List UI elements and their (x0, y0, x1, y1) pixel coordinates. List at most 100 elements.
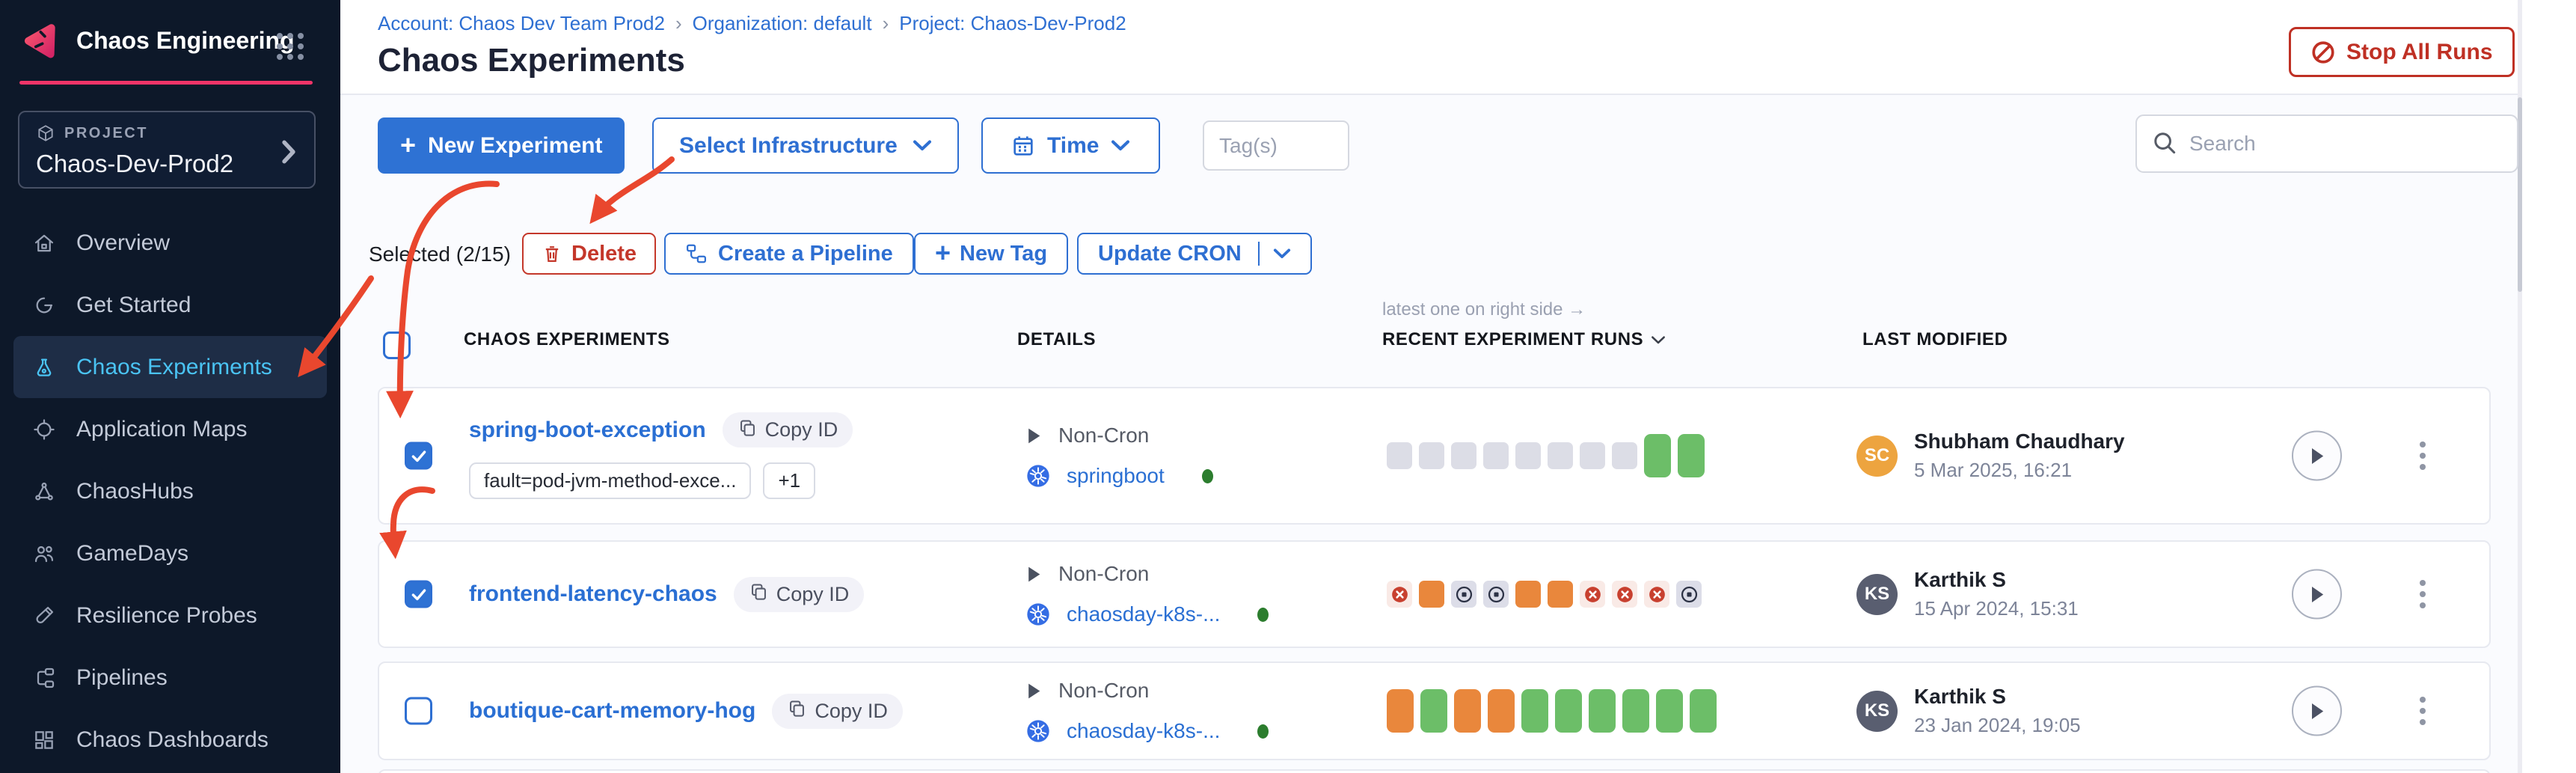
run-status-success[interactable] (1678, 434, 1705, 477)
run-status-none[interactable] (1483, 442, 1509, 469)
sidebar-item-label: Chaos Dashboards (76, 727, 269, 753)
experiment-name-line: spring-boot-exception Copy ID (469, 412, 853, 447)
create-pipeline-button[interactable]: Create a Pipeline (664, 233, 914, 275)
run-status-running[interactable] (1454, 689, 1481, 733)
tags-filter-input[interactable] (1203, 120, 1349, 171)
row-menu-button[interactable] (2408, 691, 2438, 731)
cube-icon (36, 123, 55, 143)
chaos-engineering-logo-icon (19, 21, 60, 60)
module-title: Chaos Engineering (76, 27, 295, 55)
select-all-checkbox[interactable] (383, 331, 411, 359)
modified-by-name: Karthik S (1914, 568, 2079, 592)
new-experiment-button[interactable]: New Experiment (378, 117, 625, 174)
copy-id-button[interactable]: Copy ID (772, 694, 903, 729)
module-accent-underline (19, 81, 313, 85)
run-status-failed[interactable] (1387, 581, 1412, 608)
experiment-name-link[interactable]: frontend-latency-chaos (469, 581, 717, 607)
sidebar-item-chaos-experiments[interactable]: Chaos Experiments (13, 336, 327, 398)
run-status-none[interactable] (1612, 442, 1637, 469)
row-checkbox[interactable] (405, 442, 432, 470)
column-header-runs[interactable]: RECENT EXPERIMENT RUNS (1382, 329, 1666, 350)
row-checkbox[interactable] (405, 581, 432, 608)
new-tag-button[interactable]: New Tag (914, 233, 1068, 275)
infrastructure-link[interactable]: chaosday-k8s-... (1067, 719, 1220, 743)
sidebar-item-label: Get Started (76, 293, 191, 318)
run-status-stopped[interactable] (1451, 581, 1476, 608)
avatar: SC (1856, 436, 1898, 477)
sidebar-nav: Overview Get Started Chaos ExperimentsAppl… (0, 212, 340, 771)
tag-chip[interactable]: fault=pod-jvm-method-exce... (469, 462, 751, 499)
run-status-none[interactable] (1580, 442, 1605, 469)
copy-id-button[interactable]: Copy ID (734, 577, 865, 612)
run-status-success[interactable] (1555, 689, 1582, 733)
search-input[interactable] (2135, 114, 2518, 173)
sidebar-item-resilience-probes[interactable]: Resilience Probes (13, 584, 327, 647)
run-status-none[interactable] (1451, 442, 1476, 469)
infra-line: chaosday-k8s-... (1026, 602, 1269, 626)
run-status-running[interactable] (1419, 581, 1444, 608)
run-status-stopped[interactable] (1676, 581, 1702, 608)
last-modified-cell: KSKarthik S23 Jan 2024, 19:05 (1856, 663, 2081, 759)
run-status-failed[interactable] (1580, 581, 1605, 608)
experiment-name-link[interactable]: boutique-cart-memory-hog (469, 698, 755, 724)
update-cron-button[interactable]: Update CRON (1077, 233, 1312, 275)
run-status-success[interactable] (1656, 689, 1683, 733)
run-experiment-button[interactable] (2292, 569, 2342, 620)
modified-by-name: Shubham Chaudhary (1914, 430, 2125, 453)
run-status-running[interactable] (1488, 689, 1515, 733)
run-status-failed[interactable] (1612, 581, 1637, 608)
run-status-none[interactable] (1387, 442, 1412, 469)
plus-icon (400, 132, 416, 160)
infrastructure-link[interactable]: springboot (1067, 464, 1165, 488)
experiment-name-line: frontend-latency-chaos Copy ID (469, 577, 864, 612)
time-filter-dropdown[interactable]: Time (981, 117, 1160, 174)
column-header-last-modified[interactable]: LAST MODIFIED (1862, 329, 2008, 350)
run-status-failed[interactable] (1644, 581, 1669, 608)
sidebar-item-label: Pipelines (76, 665, 168, 691)
run-status-success[interactable] (1644, 434, 1671, 477)
sidebar-item-overview[interactable]: Overview (13, 212, 327, 274)
copy-id-button[interactable]: Copy ID (723, 412, 853, 447)
run-status-running[interactable] (1515, 581, 1541, 608)
breadcrumb-link[interactable]: Project: Chaos-Dev-Prod2 (899, 12, 1126, 35)
run-status-running[interactable] (1548, 581, 1573, 608)
row-menu-button[interactable] (2408, 574, 2438, 614)
delete-button[interactable]: Delete (522, 233, 656, 275)
sidebar-item-gamedays[interactable]: GameDays (13, 522, 327, 584)
project-selector[interactable]: PROJECT Chaos-Dev-Prod2 (18, 111, 316, 189)
play-triangle-icon (1026, 565, 1042, 584)
sidebar-item-get-started[interactable]: Get Started (13, 274, 327, 336)
run-status-success[interactable] (1420, 689, 1447, 733)
sidebar-item-pipelines[interactable]: Pipelines (13, 647, 327, 709)
module-switcher-grid-icon[interactable] (277, 33, 304, 60)
run-status-success[interactable] (1622, 689, 1649, 733)
target-icon (31, 417, 57, 442)
run-status-none[interactable] (1548, 442, 1573, 469)
run-status-success[interactable] (1521, 689, 1548, 733)
run-experiment-button[interactable] (2292, 431, 2342, 481)
infrastructure-link[interactable]: chaosday-k8s-... (1067, 602, 1220, 626)
run-experiment-button[interactable] (2292, 686, 2342, 736)
experiment-name-link[interactable]: spring-boot-exception (469, 418, 706, 443)
tag-overflow-chip[interactable]: +1 (763, 462, 815, 499)
row-menu-button[interactable] (2408, 436, 2438, 476)
run-status-success[interactable] (1690, 689, 1717, 733)
right-margin (2522, 0, 2576, 773)
breadcrumb-link[interactable]: Organization: default (693, 12, 872, 35)
column-header-details[interactable]: DETAILS (1017, 329, 1096, 350)
stop-all-runs-button[interactable]: Stop All Runs (2289, 27, 2515, 77)
select-infrastructure-dropdown[interactable]: Select Infrastructure (652, 117, 959, 174)
breadcrumb-link[interactable]: Account: Chaos Dev Team Prod2 (378, 12, 665, 35)
sidebar-item-application-maps[interactable]: Application Maps (13, 398, 327, 460)
sidebar-item-chaos-dashboards[interactable]: Chaos Dashboards (13, 709, 327, 771)
run-status-success[interactable] (1589, 689, 1616, 733)
run-status-none[interactable] (1419, 442, 1444, 469)
sidebar-item-chaoshubs[interactable]: ChaosHubs (13, 460, 327, 522)
modified-text: Shubham Chaudhary5 Mar 2025, 16:21 (1914, 430, 2125, 482)
run-status-none[interactable] (1515, 442, 1541, 469)
column-header-experiments[interactable]: CHAOS EXPERIMENTS (464, 329, 670, 350)
modified-date: 15 Apr 2024, 15:31 (1914, 597, 2079, 620)
run-status-running[interactable] (1387, 689, 1414, 733)
row-checkbox[interactable] (405, 697, 432, 725)
run-status-stopped[interactable] (1483, 581, 1509, 608)
